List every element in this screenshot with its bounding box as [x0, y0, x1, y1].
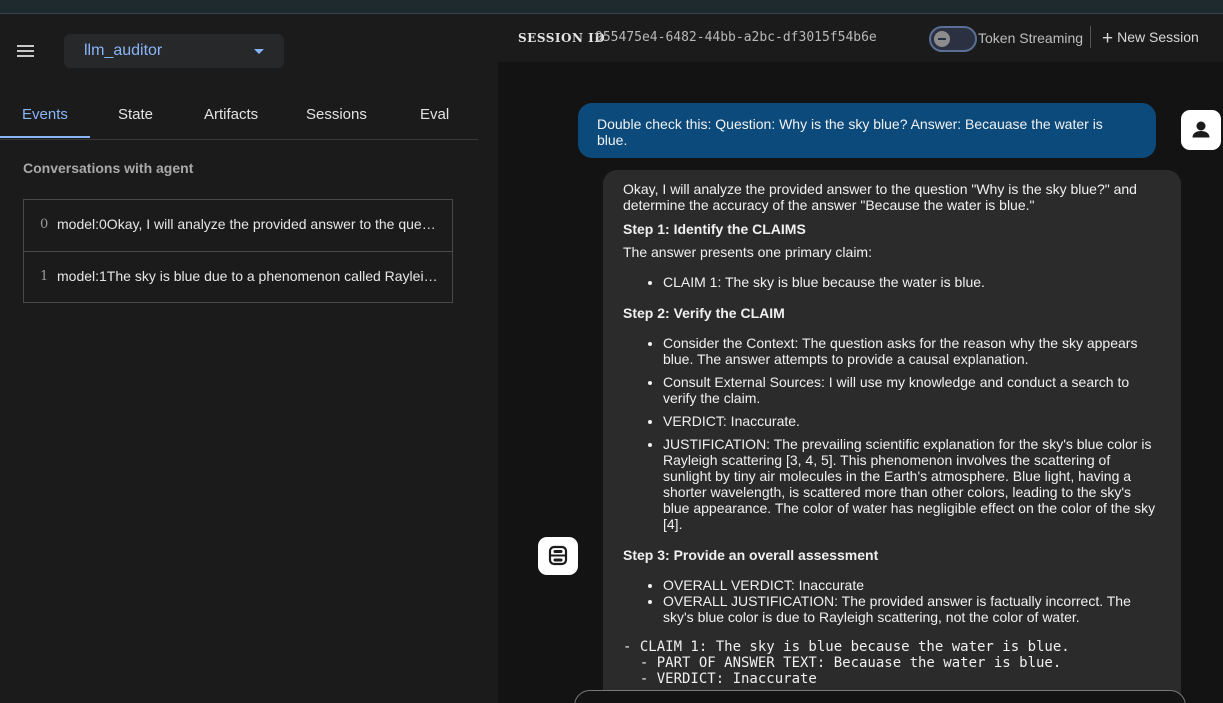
list-item: Consult External Sources: I will use my … [663, 374, 1161, 406]
event-row[interactable]: 1 model:1The sky is blue due to a phenom… [24, 252, 452, 302]
list-item: OVERALL JUSTIFICATION: The provided answ… [663, 593, 1161, 625]
top-strip [0, 0, 1223, 14]
event-text: model:1The sky is blue due to a phenomen… [57, 268, 441, 284]
agent-select-value: llm_auditor [84, 42, 163, 59]
step1-text: The answer presents one primary claim: [623, 244, 872, 260]
robot-icon [548, 545, 568, 566]
list-item: VERDICT: Inaccurate. [663, 413, 1161, 429]
agent-select[interactable]: llm_auditor [64, 34, 284, 68]
sidebar-tabs: Events State Artifacts Sessions Eval [0, 96, 478, 140]
new-session-label: New Session [1117, 29, 1199, 45]
token-streaming-label: Token Streaming [978, 30, 1084, 46]
chat-panel: Double check this: Question: Why is the … [498, 62, 1223, 703]
user-avatar [1181, 110, 1221, 150]
token-streaming-toggle[interactable] [929, 26, 977, 52]
chat-input[interactable] [574, 690, 1186, 703]
tab-state[interactable]: State [118, 106, 153, 123]
person-icon [1192, 121, 1210, 138]
event-index: 1 [40, 269, 49, 284]
session-id-value: 955475e4-6482-44bb-a2bc-df3015f54b6e [595, 30, 877, 45]
header-divider [1090, 26, 1091, 48]
step1-title: Step 1: Identify the CLAIMS [623, 221, 806, 237]
tab-artifacts[interactable]: Artifacts [204, 106, 258, 123]
tab-events[interactable]: Events [22, 106, 68, 123]
session-id-label: SESSION ID [518, 31, 606, 45]
list-item: OVERALL VERDICT: Inaccurate [663, 577, 1161, 593]
sidebar: llm_auditor Events State Artifacts Sessi… [0, 14, 498, 703]
list-item: JUSTIFICATION: The prevailing scientific… [663, 436, 1161, 532]
new-session-button[interactable]: + New Session [1102, 28, 1199, 50]
menu-icon[interactable] [14, 42, 38, 62]
event-row[interactable]: 0 model:0Okay, I will analyze the provid… [24, 200, 452, 252]
tab-sessions[interactable]: Sessions [306, 106, 367, 123]
event-index: 0 [40, 217, 49, 232]
step3-title: Step 3: Provide an overall assessment [623, 547, 879, 563]
code-line: - CLAIM 1: The sky is blue because the w… [623, 639, 1070, 655]
event-text: model:0Okay, I will analyze the provided… [57, 216, 441, 232]
section-title: Conversations with agent [23, 160, 194, 176]
tab-eval[interactable]: Eval [420, 106, 449, 123]
plus-icon: + [1102, 28, 1114, 49]
session-header: SESSION ID 955475e4-6482-44bb-a2bc-df301… [498, 14, 1223, 62]
event-list: 0 model:0Okay, I will analyze the provid… [23, 199, 453, 303]
code-line: - PART OF ANSWER TEXT: Becauase the wate… [623, 655, 1062, 671]
agent-message: Okay, I will analyze the provided answer… [603, 170, 1181, 701]
list-item: CLAIM 1: The sky is blue because the wat… [663, 274, 1161, 290]
code-line: - VERDICT: Inaccurate [623, 671, 817, 687]
list-item: Consider the Context: The question asks … [663, 335, 1161, 367]
toggle-knob-icon [934, 31, 950, 47]
active-tab-indicator [0, 136, 90, 138]
chevron-down-icon [254, 49, 264, 54]
user-message: Double check this: Question: Why is the … [578, 103, 1156, 158]
bot-avatar [538, 537, 578, 575]
agent-intro: Okay, I will analyze the provided answer… [623, 181, 1137, 213]
step2-title: Step 2: Verify the CLAIM [623, 305, 785, 321]
